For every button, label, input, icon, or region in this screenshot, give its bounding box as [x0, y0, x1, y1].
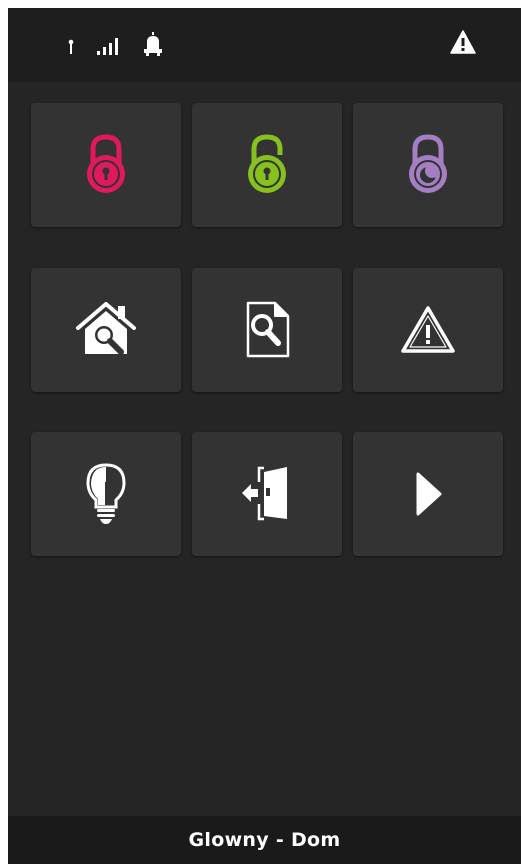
- lock-closed-icon: [87, 134, 125, 193]
- arm-full-lock-button[interactable]: [31, 103, 181, 227]
- zones-home-button[interactable]: [31, 268, 181, 392]
- door-exit-icon: [242, 466, 287, 521]
- lighting-button[interactable]: [31, 432, 181, 556]
- play-arrow-icon: [416, 472, 442, 516]
- app-screen: Glowny - Dom: [8, 8, 521, 864]
- warning-triangle-icon: [401, 306, 455, 353]
- action-grid: [8, 8, 521, 864]
- document-search-icon: [246, 301, 290, 358]
- lock-open-icon: [248, 134, 286, 193]
- exit-door-button[interactable]: [192, 432, 342, 556]
- lock-night-icon: [409, 134, 447, 193]
- next-page-button[interactable]: [353, 432, 503, 556]
- home-search-icon: [76, 302, 136, 355]
- night-arm-lock-button[interactable]: [353, 103, 503, 227]
- footer-bar: Glowny - Dom: [8, 816, 521, 864]
- event-log-button[interactable]: [192, 268, 342, 392]
- partition-title: Glowny - Dom: [188, 829, 341, 851]
- lightbulb-icon: [86, 463, 126, 524]
- alarms-button[interactable]: [353, 268, 503, 392]
- disarm-lock-button[interactable]: [192, 103, 342, 227]
